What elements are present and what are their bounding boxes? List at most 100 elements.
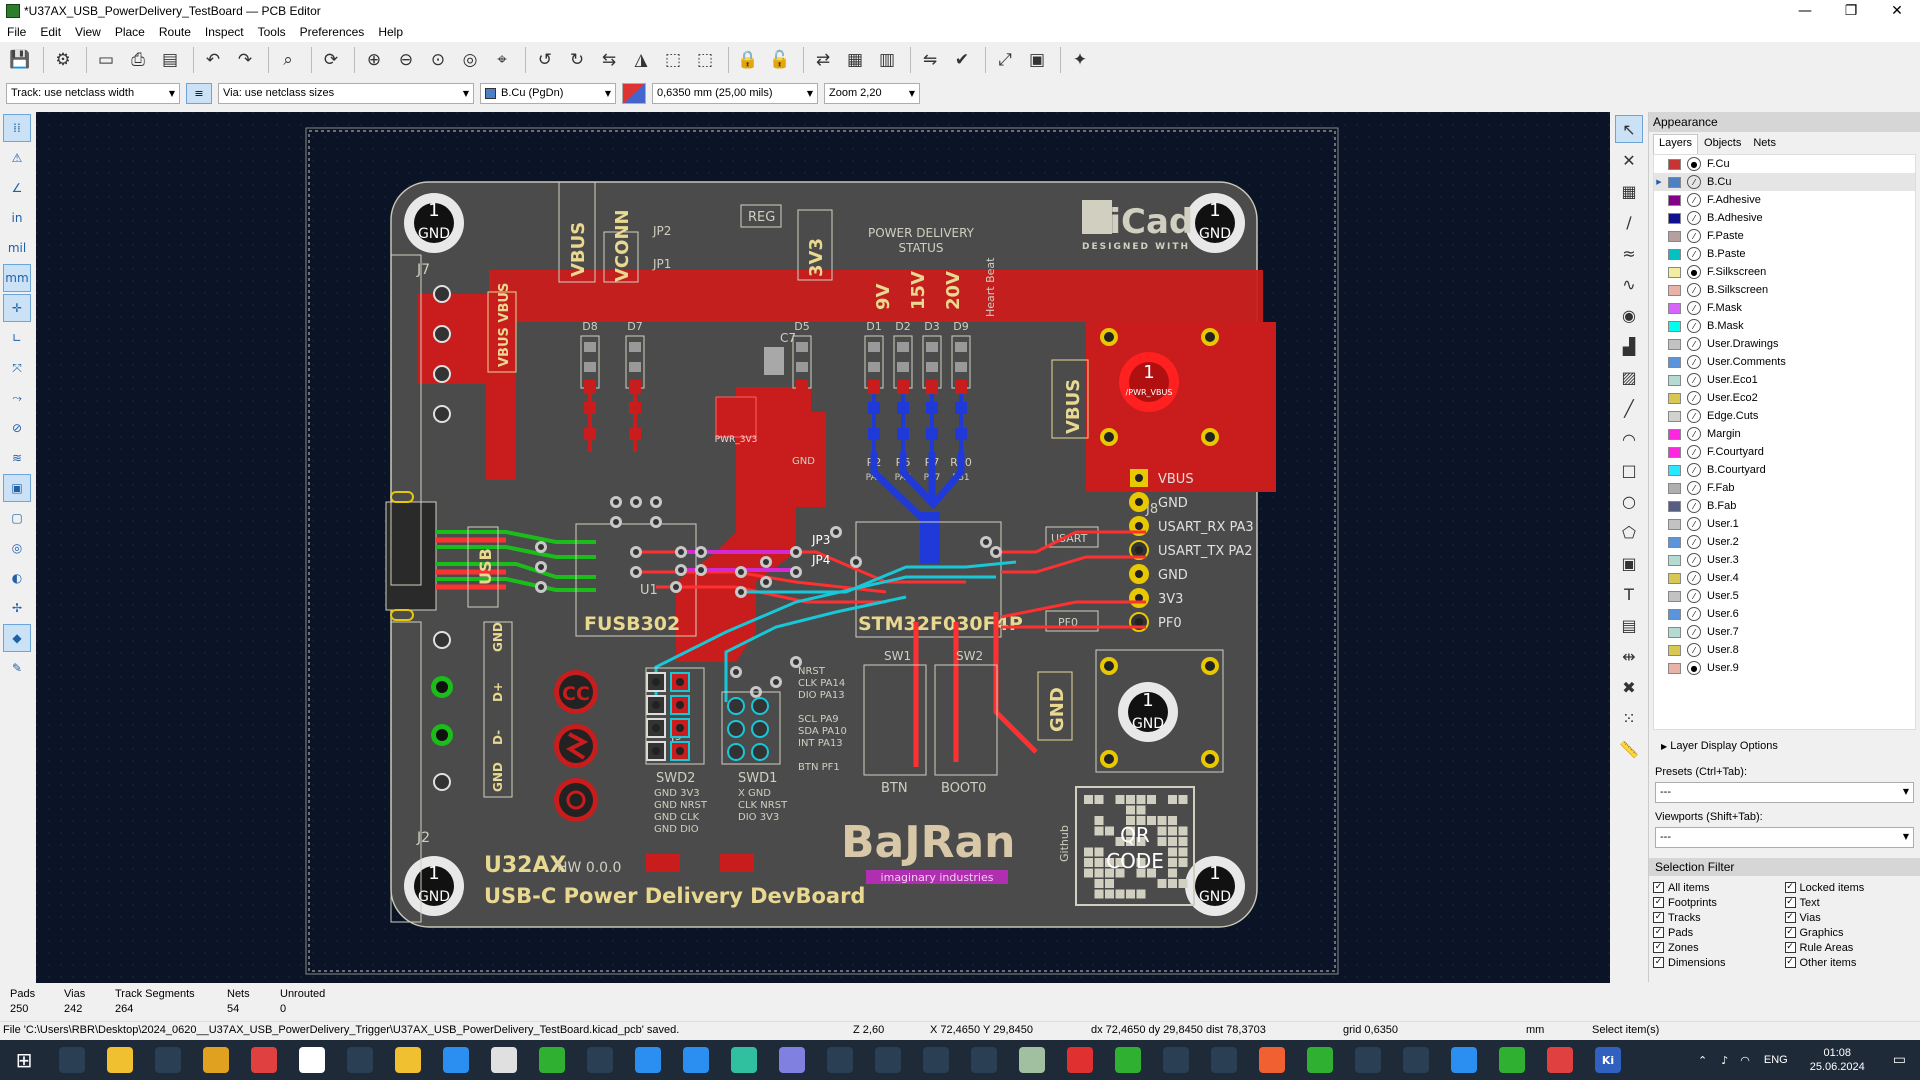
notification-icon[interactable]: ▭	[1893, 1052, 1906, 1068]
auto-track-width-button[interactable]: ≡	[186, 82, 212, 104]
add-dimension-button[interactable]: ⇹	[1615, 642, 1643, 670]
vscode-icon[interactable]	[683, 1047, 709, 1073]
draw-line-button[interactable]: ╱	[1615, 394, 1643, 422]
draw-polygon-button[interactable]: ⬠	[1615, 518, 1643, 546]
app-icon[interactable]	[779, 1047, 805, 1073]
eye-hidden-icon[interactable]: ⁄	[1687, 391, 1701, 405]
chrome-icon[interactable]	[1547, 1047, 1573, 1073]
layer-row-user-8[interactable]: ⁄ User.8	[1654, 641, 1915, 659]
layer-row-edge-cuts[interactable]: ⁄ Edge.Cuts	[1654, 407, 1915, 425]
measure-button[interactable]: 📏	[1615, 735, 1643, 763]
layer-color-swatch[interactable]	[1668, 626, 1681, 638]
app-icon[interactable]	[491, 1047, 517, 1073]
eye-hidden-icon[interactable]: ⁄	[1687, 409, 1701, 423]
eye-hidden-icon[interactable]: ⁄	[1687, 481, 1701, 495]
minimize-button[interactable]: —	[1782, 3, 1828, 19]
layer-color-swatch[interactable]	[1668, 410, 1681, 422]
eye-hidden-icon[interactable]: ⁄	[1687, 175, 1701, 189]
filter-zones-checkbox[interactable]: ✓ Zones	[1653, 940, 1785, 955]
layer-color-swatch[interactable]	[1668, 464, 1681, 476]
filter-dimensions-checkbox[interactable]: ✓ Dimensions	[1653, 955, 1785, 970]
drc-marker-toggle-button[interactable]: ⚠	[3, 144, 31, 172]
add-image-button[interactable]: ▣	[1615, 549, 1643, 577]
layer-color-swatch[interactable]	[1668, 374, 1681, 386]
layer-row-user-eco1[interactable]: ⁄ User.Eco1	[1654, 371, 1915, 389]
add-text-button[interactable]: T	[1615, 580, 1643, 608]
github-icon[interactable]	[1163, 1047, 1189, 1073]
add-footprint-button[interactable]: ▟	[1615, 332, 1643, 360]
layer-color-swatch[interactable]	[1668, 446, 1681, 458]
group-icon[interactable]: ⬚	[659, 46, 687, 74]
windows-start-icon[interactable]: ⊞	[11, 1047, 37, 1073]
eye-hidden-icon[interactable]: ⁄	[1687, 607, 1701, 621]
maximize-button[interactable]: ❐	[1828, 3, 1874, 19]
lock-icon[interactable]: 🔒	[734, 46, 762, 74]
update-pcb-icon[interactable]: ⇋	[916, 46, 944, 74]
add-zone-button[interactable]: ▨	[1615, 363, 1643, 391]
layer-row-f-adhesive[interactable]: ⁄ F.Adhesive	[1654, 191, 1915, 209]
layer-row-b-courtyard[interactable]: ⁄ B.Courtyard	[1654, 461, 1915, 479]
layer-color-swatch[interactable]	[1668, 320, 1681, 332]
eye-hidden-icon[interactable]: ⁄	[1687, 589, 1701, 603]
grid-select[interactable]: 0,6350 mm (25,00 mils) ▼	[652, 82, 818, 104]
polar-coords-button[interactable]: ∠	[3, 174, 31, 202]
refresh-icon[interactable]: ⟳	[317, 46, 345, 74]
app-icon[interactable]	[539, 1047, 565, 1073]
menu-file[interactable]: File	[0, 25, 33, 39]
layer-color-swatch[interactable]	[1668, 500, 1681, 512]
layer-row-b-paste[interactable]: ⁄ B.Paste	[1654, 245, 1915, 263]
layer-color-swatch[interactable]	[1668, 176, 1681, 188]
undo-icon[interactable]: ↶	[199, 46, 227, 74]
layer-color-swatch[interactable]	[1668, 302, 1681, 314]
layer-row-b-fab[interactable]: ⁄ B.Fab	[1654, 497, 1915, 515]
layer-row-f-mask[interactable]: ⁄ F.Mask	[1654, 299, 1915, 317]
print-icon[interactable]: ⎙	[124, 46, 152, 74]
app-icon[interactable]	[1355, 1047, 1381, 1073]
vias-outline-button[interactable]: ◎	[3, 534, 31, 562]
wifi-icon[interactable]: ◠	[1740, 1054, 1750, 1067]
menu-help[interactable]: Help	[371, 25, 410, 39]
eye-hidden-icon[interactable]: ⁄	[1687, 463, 1701, 477]
layer-color-swatch[interactable]	[1668, 194, 1681, 206]
layer-color-swatch[interactable]	[1668, 572, 1681, 584]
menu-route[interactable]: Route	[152, 25, 198, 39]
layer-color-swatch[interactable]	[1668, 428, 1681, 440]
layer-pair-button[interactable]	[622, 82, 646, 104]
plugin-icon[interactable]: ✦	[1066, 46, 1094, 74]
layer-row-user-7[interactable]: ⁄ User.7	[1654, 623, 1915, 641]
page-settings-icon[interactable]: ▭	[92, 46, 120, 74]
drc-icon[interactable]: ✔	[948, 46, 976, 74]
zoom-out-icon[interactable]: ⊖	[392, 46, 420, 74]
layer-row-user-2[interactable]: ⁄ User.2	[1654, 533, 1915, 551]
copper-zone-j8[interactable]	[1086, 322, 1276, 492]
eye-hidden-icon[interactable]: ⁄	[1687, 373, 1701, 387]
zoom-selection-icon[interactable]: ⌖	[488, 46, 516, 74]
route-diff-pair-button[interactable]: ≈	[1615, 239, 1643, 267]
layer-color-swatch[interactable]	[1668, 662, 1681, 674]
layer-row-margin[interactable]: ⁄ Margin	[1654, 425, 1915, 443]
ungroup-icon[interactable]: ⬚	[691, 46, 719, 74]
app-icon[interactable]	[1307, 1047, 1333, 1073]
layer-row-user-1[interactable]: ⁄ User.1	[1654, 515, 1915, 533]
layer-color-swatch[interactable]	[1668, 590, 1681, 602]
calendar-icon[interactable]	[251, 1047, 277, 1073]
redo-icon[interactable]: ↷	[231, 46, 259, 74]
eye-hidden-icon[interactable]: ⁄	[1687, 229, 1701, 243]
save-icon[interactable]: 💾	[6, 46, 34, 74]
app-icon[interactable]	[1499, 1047, 1525, 1073]
kicad-icon[interactable]: Ki	[1595, 1047, 1621, 1073]
eye-hidden-icon[interactable]: ⁄	[1687, 355, 1701, 369]
layer-row-user-5[interactable]: ⁄ User.5	[1654, 587, 1915, 605]
properties-toggle-button[interactable]: ✎	[3, 654, 31, 682]
zoom-select[interactable]: Zoom 2,20 ▼	[824, 82, 920, 104]
delete-button[interactable]: ✖	[1615, 673, 1643, 701]
layer-color-swatch[interactable]	[1668, 266, 1681, 278]
app-icon[interactable]	[1019, 1047, 1045, 1073]
viewports-select[interactable]: --- ▼	[1655, 827, 1914, 848]
layer-color-swatch[interactable]	[1668, 158, 1681, 170]
menu-preferences[interactable]: Preferences	[293, 25, 372, 39]
draw-rectangle-button[interactable]: □	[1615, 456, 1643, 484]
layer-color-swatch[interactable]	[1668, 608, 1681, 620]
layer-row-user-comments[interactable]: ⁄ User.Comments	[1654, 353, 1915, 371]
units-mm-button[interactable]: mm	[3, 264, 31, 292]
